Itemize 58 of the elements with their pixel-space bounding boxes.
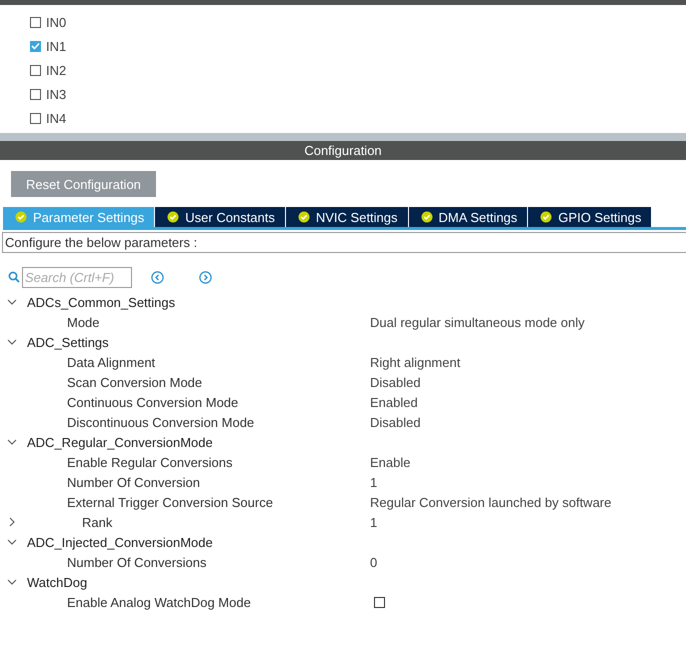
parameter-label: Enable Regular Conversions: [66, 454, 232, 470]
group-label: ADC_Injected_ConversionMode: [27, 534, 213, 550]
channel-label: IN1: [46, 38, 66, 54]
check-circle-icon: [298, 211, 310, 223]
chevron-icon[interactable]: [7, 517, 17, 527]
tab[interactable]: GPIO Settings: [528, 207, 652, 227]
parameter-label: Number Of Conversions: [66, 554, 206, 570]
parameter-label: Mode: [66, 314, 100, 330]
description-field: Configure the below parameters :: [2, 232, 686, 253]
parameter-value: 1: [370, 514, 378, 530]
parameter-value: 1: [370, 474, 378, 490]
parameter-value: Disabled: [370, 374, 421, 390]
search-icon: [8, 271, 20, 283]
parameter-label: Enable Analog WatchDog Mode: [66, 594, 251, 610]
channel-label: IN0: [46, 14, 66, 30]
check-circle-icon: [167, 211, 180, 223]
parameter-value: Enabled: [370, 394, 418, 410]
chevron-icon[interactable]: [7, 537, 17, 547]
check-circle-icon: [15, 211, 27, 223]
chevron-icon[interactable]: [7, 297, 17, 307]
parameter-label: Discontinuous Conversion Mode: [66, 414, 254, 430]
previous-icon[interactable]: [151, 270, 164, 284]
group-label: ADC_Regular_ConversionMode: [27, 434, 213, 450]
tab[interactable]: NVIC Settings: [286, 207, 409, 227]
panel-title: Configuration: [0, 141, 686, 160]
tab[interactable]: User Constants: [155, 207, 286, 227]
checkbox[interactable]: [30, 64, 41, 76]
search-field[interactable]: Search (Crtl+F): [22, 266, 132, 288]
chevron-icon[interactable]: [7, 577, 17, 587]
parameter-label: Data Alignment: [66, 354, 156, 370]
parameter-label: External Trigger Conversion Source: [66, 494, 273, 510]
parameter-value: Right alignment: [370, 354, 460, 370]
parameter-value: Disabled: [370, 414, 421, 430]
channel-label: IN3: [46, 86, 66, 102]
parameter-label: Continuous Conversion Mode: [66, 394, 238, 410]
parameter-value: Dual regular simultaneous mode only: [370, 314, 585, 330]
check-circle-icon: [540, 211, 552, 223]
next-icon[interactable]: [199, 270, 212, 284]
channel-label: IN2: [46, 62, 66, 78]
chevron-icon[interactable]: [7, 437, 17, 447]
checkbox[interactable]: [30, 16, 41, 28]
checkbox[interactable]: [374, 596, 385, 608]
parameter-label: Rank: [81, 514, 112, 530]
checkbox[interactable]: [30, 88, 41, 100]
group-label: WatchDog: [27, 574, 88, 590]
parameter-label: Number Of Conversion: [66, 474, 200, 490]
tab[interactable]: DMA Settings: [408, 207, 528, 227]
check-circle-icon: [420, 211, 433, 223]
group-label: ADC_Settings: [27, 334, 109, 350]
channel-label: IN4: [46, 110, 66, 126]
parameter-label: Scan Conversion Mode: [66, 374, 202, 390]
chevron-icon[interactable]: [7, 337, 17, 347]
parameter-value: 0: [370, 554, 378, 570]
parameter-value: Regular Conversion launched by software: [370, 494, 612, 510]
checkbox[interactable]: [30, 40, 41, 52]
checkbox[interactable]: [30, 112, 41, 124]
group-label: ADCs_Common_Settings: [27, 294, 176, 310]
parameter-value: Enable: [370, 454, 410, 470]
